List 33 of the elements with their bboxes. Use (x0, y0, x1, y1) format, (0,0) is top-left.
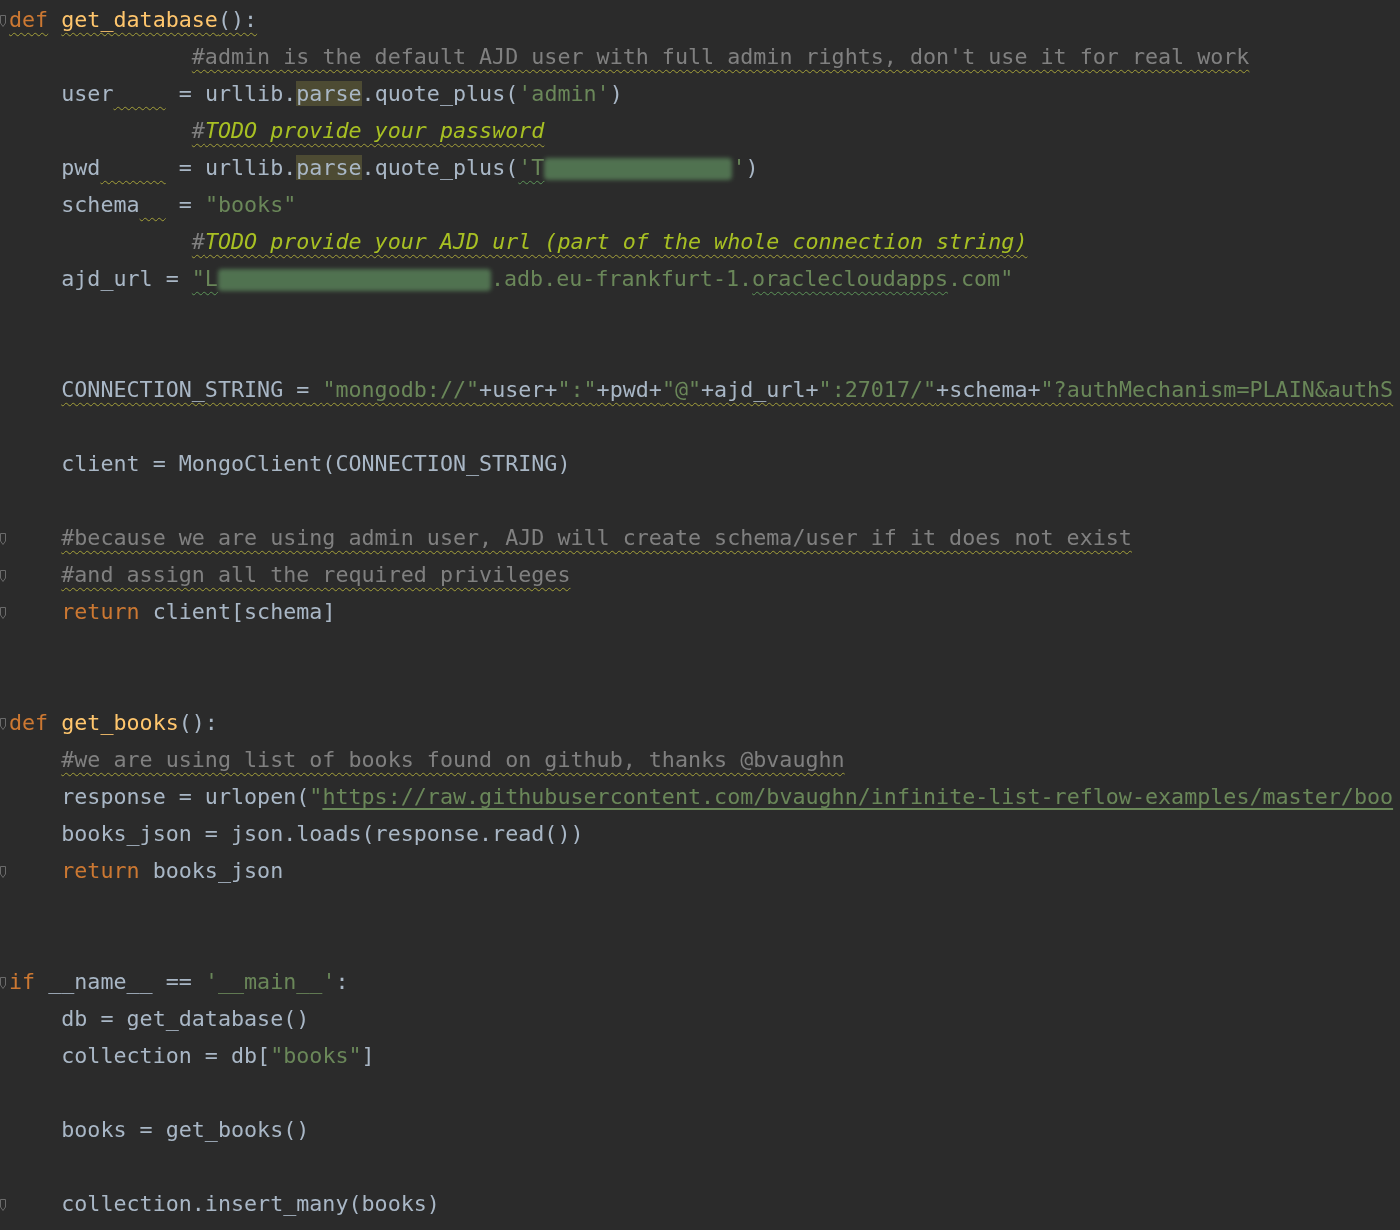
code-line: #TODO provide your AJD url (part of the whole connection string) (190, 228, 1028, 257)
code-line: pwd = urllib.parse.quote_plus('T (60, 154, 545, 183)
code-line: #because we are using admin user, AJD will create schema/user if it does not exist (60, 524, 1132, 553)
code-line: CONNECTION_STRING = "mongodb://"+user+":"+pwd+"@"+ajd_url+":27017/"+schema+"?authMechanism=PLAIN&authS (60, 376, 1394, 405)
code-line: def get_database(): (9, 6, 258, 35)
code-line: ajd_url = "L (60, 265, 218, 294)
code-line: db = get_database() (60, 1005, 310, 1034)
code-line: def get_books(): (9, 709, 218, 738)
code-line: #we are using list of books found on github, thanks @bvaughn (60, 746, 845, 775)
fold-marker-icon[interactable] (0, 976, 7, 989)
code-line: collection.insert_many(books) (60, 1190, 440, 1219)
code-line: return client[schema] (60, 598, 336, 627)
fold-marker-icon[interactable] (0, 14, 7, 27)
code-line: if __name__ == '__main__': (9, 968, 349, 997)
code-line: #and assign all the required privileges (60, 561, 571, 590)
code-line: user = urllib.parse.quote_plus('admin') (60, 80, 623, 109)
fold-marker-icon[interactable] (0, 569, 7, 582)
code-line: books_json = json.loads(response.read()) (60, 820, 584, 849)
code-line: client = MongoClient(CONNECTION_STRING) (60, 450, 571, 479)
fold-marker-icon[interactable] (0, 532, 7, 545)
code-line: .adb.eu-frankfurt-1.oraclecloudapps.com" (490, 265, 1014, 294)
code-line: ') (732, 154, 759, 183)
code-line: #TODO provide your password (190, 117, 545, 146)
code-line: response = urlopen("https://raw.githubusercontent.com/bvaughn/infinite-list-reflow-examples/master/boo (60, 783, 1394, 812)
fold-marker-icon[interactable] (0, 865, 7, 878)
fold-marker-icon[interactable] (0, 717, 7, 730)
fold-marker-icon[interactable] (0, 606, 7, 619)
fold-marker-icon[interactable] (0, 1198, 7, 1211)
code-line: #admin is the default AJD user with full admin rights, don't use it for real work (190, 43, 1250, 72)
code-line: books = get_books() (60, 1116, 310, 1145)
code-line: schema = "books" (60, 191, 297, 220)
code-line: collection = db["books"] (60, 1042, 375, 1071)
code-line: return books_json (60, 857, 284, 886)
